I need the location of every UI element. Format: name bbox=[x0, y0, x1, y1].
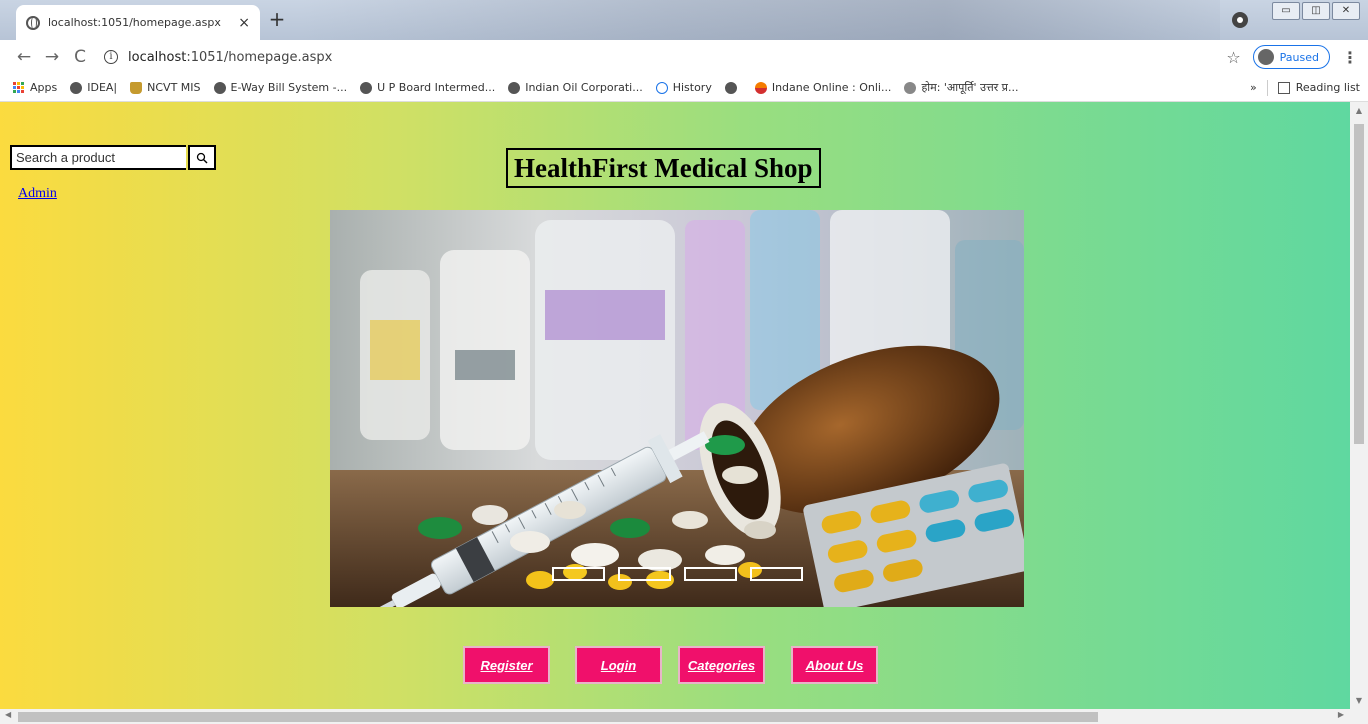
bookmark-label: NCVT MIS bbox=[147, 81, 201, 94]
image-slider[interactable] bbox=[330, 210, 1024, 607]
tab-close-button[interactable]: × bbox=[238, 15, 250, 31]
profile-paused-button[interactable]: Paused bbox=[1252, 45, 1330, 69]
close-window-button[interactable]: ✕ bbox=[1332, 2, 1360, 20]
page-viewport: Admin HealthFirst Medical Shop bbox=[0, 102, 1350, 709]
globe-icon bbox=[360, 81, 373, 94]
about-us-button[interactable]: About Us bbox=[791, 646, 878, 684]
url-host: localhost bbox=[128, 49, 187, 65]
divider bbox=[1266, 79, 1268, 96]
vertical-scrollbar[interactable]: ▲ ▼ bbox=[1350, 102, 1368, 709]
window-controls: ▭ ◫ ✕ bbox=[1272, 2, 1360, 20]
apps-icon bbox=[13, 81, 25, 94]
search-button[interactable] bbox=[188, 145, 216, 170]
medicine-photo bbox=[330, 210, 1024, 607]
horizontal-scrollbar[interactable]: ◀ ▶ bbox=[0, 709, 1368, 724]
globe-icon bbox=[70, 81, 83, 94]
bookmark-label: IDEA| bbox=[87, 81, 118, 94]
bookmark-indianoil[interactable]: Indian Oil Corporati... bbox=[508, 81, 643, 94]
more-menu-icon[interactable]: ⋮ bbox=[1342, 48, 1358, 67]
info-icon[interactable]: i bbox=[104, 50, 118, 64]
address-bar[interactable]: i localhost:1051/homepage.aspx bbox=[104, 43, 1226, 71]
reading-list-icon bbox=[1277, 81, 1290, 94]
bookmarks-bar: Apps IDEA| NCVT MIS E-Way Bill System -.… bbox=[0, 74, 1368, 102]
paused-label: Paused bbox=[1279, 50, 1319, 64]
history-icon bbox=[655, 81, 668, 94]
login-button[interactable]: Login bbox=[575, 646, 662, 684]
bookmark-label: Apps bbox=[30, 81, 58, 94]
scroll-left-arrow-icon[interactable]: ◀ bbox=[5, 710, 11, 719]
globe-icon bbox=[213, 81, 226, 94]
bookmark-supply-up[interactable]: होम: 'आपूर्ति' उत्तर प्र... bbox=[904, 80, 1018, 95]
reading-list-button[interactable]: Reading list bbox=[1296, 81, 1360, 94]
bookmark-upboard[interactable]: U P Board Intermed... bbox=[360, 81, 495, 94]
browser-tab[interactable]: localhost:1051/homepage.aspx × bbox=[16, 5, 260, 40]
background-window-blur bbox=[300, 0, 1220, 40]
vertical-scroll-thumb[interactable] bbox=[1354, 124, 1364, 444]
minimize-button[interactable]: ▭ bbox=[1272, 2, 1300, 20]
bookmark-label: होम: 'आपूर्ति' उत्तर प्र... bbox=[921, 81, 1019, 94]
register-button[interactable]: Register bbox=[463, 646, 550, 684]
search-bar bbox=[10, 145, 216, 170]
forward-arrow-icon[interactable]: → bbox=[38, 47, 66, 67]
more-bookmarks-button[interactable]: » bbox=[1250, 81, 1257, 94]
search-icon bbox=[196, 152, 208, 163]
globe-icon bbox=[508, 81, 521, 94]
slider-indicators bbox=[552, 567, 803, 581]
bookmark-label: History bbox=[672, 81, 712, 94]
search-input[interactable] bbox=[10, 145, 186, 170]
admin-link[interactable]: Admin bbox=[18, 186, 57, 202]
slide-indicator-4[interactable] bbox=[750, 567, 803, 581]
reload-icon[interactable]: C bbox=[66, 47, 94, 67]
horizontal-scroll-thumb[interactable] bbox=[18, 712, 1098, 722]
bookmark-label: E-Way Bill System -... bbox=[230, 81, 348, 94]
flower-icon bbox=[904, 81, 917, 94]
bookmark-apps[interactable]: Apps bbox=[13, 81, 57, 94]
bookmark-ncvt[interactable]: NCVT MIS bbox=[130, 81, 201, 94]
bookmark-label: U P Board Intermed... bbox=[377, 81, 496, 94]
bookmark-history[interactable]: History bbox=[655, 81, 712, 94]
bookmark-label: Indian Oil Corporati... bbox=[525, 81, 643, 94]
slide-indicator-1[interactable] bbox=[552, 567, 605, 581]
bookmark-idea[interactable]: IDEA| bbox=[70, 81, 117, 94]
avatar bbox=[1257, 49, 1274, 65]
nav-button-row: Register Login Categories About Us bbox=[463, 646, 878, 684]
slide-indicator-2[interactable] bbox=[618, 567, 671, 581]
indane-icon bbox=[754, 81, 767, 94]
scroll-right-arrow-icon[interactable]: ▶ bbox=[1338, 710, 1344, 719]
browser-toolbar: ← → C i localhost:1051/homepage.aspx ☆ P… bbox=[0, 40, 1368, 74]
scroll-up-arrow-icon[interactable]: ▲ bbox=[1350, 106, 1368, 115]
bookmark-untitled[interactable] bbox=[724, 81, 742, 94]
emblem-icon bbox=[130, 81, 143, 94]
globe-icon bbox=[724, 81, 737, 94]
page-title: HealthFirst Medical Shop bbox=[506, 148, 821, 188]
tab-title: localhost:1051/homepage.aspx bbox=[48, 16, 221, 29]
bookmark-eway[interactable]: E-Way Bill System -... bbox=[213, 81, 348, 94]
profile-icon[interactable] bbox=[1232, 12, 1248, 28]
url-text[interactable]: localhost:1051/homepage.aspx bbox=[128, 50, 332, 65]
categories-button[interactable]: Categories bbox=[678, 646, 765, 684]
bookmark-star-icon[interactable]: ☆ bbox=[1226, 48, 1240, 67]
url-path: :1051/homepage.aspx bbox=[186, 49, 333, 65]
scroll-down-arrow-icon[interactable]: ▼ bbox=[1350, 696, 1368, 705]
slide-indicator-3[interactable] bbox=[684, 567, 737, 581]
globe-icon bbox=[26, 15, 40, 30]
bookmark-indane[interactable]: Indane Online : Onli... bbox=[754, 81, 892, 94]
maximize-button[interactable]: ◫ bbox=[1302, 2, 1330, 20]
back-arrow-icon[interactable]: ← bbox=[10, 47, 38, 67]
bookmark-label: Indane Online : Onli... bbox=[771, 81, 892, 94]
browser-tab-strip: localhost:1051/homepage.aspx × + ▭ ◫ ✕ bbox=[0, 0, 1368, 40]
new-tab-button[interactable]: + bbox=[265, 8, 289, 32]
